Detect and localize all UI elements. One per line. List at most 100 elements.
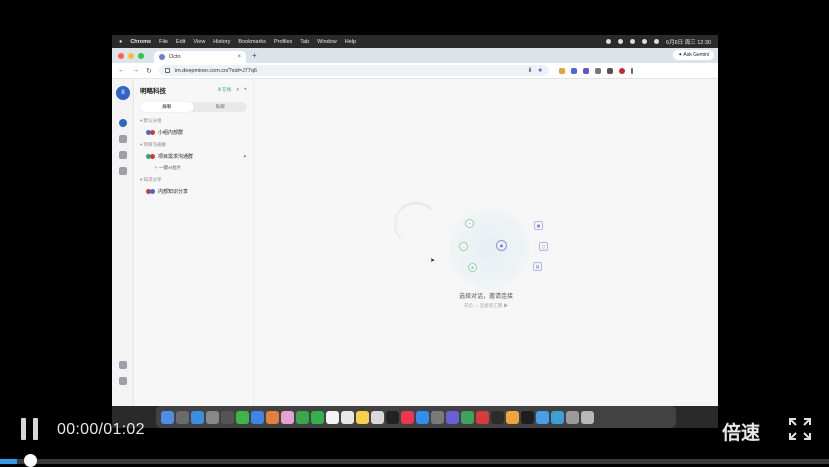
wechat-icon[interactable] — [311, 410, 324, 424]
minimize-window-button[interactable] — [128, 52, 134, 59]
progress-handle[interactable] — [24, 454, 37, 467]
contacts-icon[interactable] — [119, 135, 127, 143]
install-icon[interactable]: ⬇ — [527, 67, 532, 74]
trash-icon[interactable] — [581, 410, 594, 424]
empty-state-hint[interactable]: 开启 ↔ 连接新汇聚 ▶ — [254, 303, 718, 309]
chat-icon[interactable] — [119, 119, 127, 127]
browser-toolbar: ← → ↻ im.deepminer.com.cn/?sid=J77q6 ⬇ ★ — [112, 63, 718, 79]
menu-chrome[interactable]: Chrome — [130, 39, 151, 45]
group-header[interactable]: ▾ 知识分享 — [140, 177, 247, 183]
app-icon[interactable] — [206, 410, 219, 424]
new-tab-button[interactable]: + — [252, 51, 257, 60]
group-header[interactable]: ▾ 默认分组 — [140, 118, 247, 124]
messages-icon[interactable] — [236, 410, 249, 424]
reload-icon[interactable]: ↻ — [146, 67, 152, 75]
list-item[interactable]: 小组内部群 — [146, 129, 247, 136]
extension-icon[interactable] — [558, 67, 565, 74]
menu-edit[interactable]: Edit — [176, 39, 185, 45]
progress-track[interactable] — [0, 459, 829, 464]
zoom-window-button[interactable] — [138, 52, 144, 59]
menu-window[interactable]: Window — [317, 39, 337, 45]
status-icon[interactable] — [618, 39, 624, 44]
mouse-cursor-icon: ➤ — [430, 258, 436, 264]
pause-icon[interactable] — [20, 418, 40, 440]
music-icon[interactable] — [401, 410, 414, 424]
group-header[interactable]: ▾ 项目沟通群 — [140, 142, 247, 148]
reminders-icon[interactable] — [341, 410, 354, 424]
bookmark-star-icon[interactable]: ★ — [537, 67, 542, 74]
app-icon[interactable] — [221, 410, 234, 424]
gear-icon[interactable] — [119, 361, 127, 369]
wifi-icon[interactable] — [642, 39, 648, 44]
search-icon[interactable]: ⌕ — [236, 87, 239, 94]
chrome-window: Octo × + ✦ Ask Gemini ← → ↻ im.deepminer… — [112, 48, 718, 406]
illustration-node-icon: ▢ — [539, 242, 548, 251]
pin-icon[interactable]: ✦ — [243, 154, 247, 160]
back-icon[interactable]: ← — [118, 67, 125, 74]
app-icon[interactable] — [491, 410, 504, 424]
maps-icon[interactable] — [266, 410, 279, 424]
launchpad-icon[interactable] — [176, 410, 189, 424]
menu-view[interactable]: View — [193, 39, 205, 45]
site-info-icon[interactable] — [164, 68, 170, 73]
list-item[interactable]: 内部知识分享 — [146, 188, 247, 195]
tab-private-chat[interactable]: 私聊 — [194, 102, 248, 112]
avatar[interactable]: 8 — [116, 86, 130, 100]
docs-icon[interactable] — [119, 167, 127, 175]
menubar-clock[interactable]: 6月6日 周三 12:30 — [666, 38, 711, 46]
conversation-subitem[interactable]: ✧ 一键AI拉片 — [154, 165, 247, 171]
browser-tab[interactable]: Octo × — [154, 51, 246, 63]
menu-file[interactable]: File — [159, 39, 168, 45]
freeform-icon[interactable] — [371, 410, 384, 424]
url-text[interactable]: im.deepminer.com.cn/?sid=J77q6 — [175, 68, 257, 74]
mail-icon[interactable] — [251, 410, 264, 424]
tasks-icon[interactable] — [119, 151, 127, 159]
app-icon[interactable] — [446, 410, 459, 424]
tv-icon[interactable] — [386, 410, 399, 424]
menu-profiles[interactable]: Profiles — [274, 39, 292, 45]
sidepanel-icon[interactable] — [606, 67, 613, 74]
notes-icon[interactable] — [356, 410, 369, 424]
app-icon[interactable] — [536, 410, 549, 424]
address-bar[interactable]: im.deepminer.com.cn/?sid=J77q6 ⬇ ★ — [158, 65, 549, 76]
app-icon[interactable] — [551, 410, 564, 424]
sidebar-header: 明略科技 Ⅲ 在线 ⌕ + — [140, 85, 247, 96]
menu-history[interactable]: History — [213, 39, 230, 45]
downloads-icon[interactable] — [566, 410, 579, 424]
safari-icon[interactable] — [191, 410, 204, 424]
forward-icon[interactable]: → — [132, 67, 139, 74]
playback-speed-button[interactable]: 倍速 — [722, 418, 760, 445]
fullscreen-icon[interactable] — [789, 418, 811, 440]
tab-close-icon[interactable]: × — [237, 54, 241, 60]
puzzle-icon[interactable] — [594, 67, 601, 74]
list-item[interactable]: 项目需求沟通群 ✦ — [146, 153, 247, 160]
chrome-icon[interactable] — [461, 410, 474, 424]
add-icon[interactable]: + — [243, 87, 247, 94]
ask-gemini-button[interactable]: ✦ Ask Gemini — [673, 50, 714, 60]
app-icon[interactable] — [521, 410, 534, 424]
profile-icon[interactable] — [618, 67, 625, 74]
subitem-label: 一键AI拉片 — [159, 165, 182, 170]
segment-control: 群聊 私聊 — [140, 102, 247, 112]
status-icon[interactable] — [606, 39, 612, 44]
group-label: 项目沟通群 — [143, 142, 167, 147]
extension-icon[interactable] — [570, 67, 577, 74]
org-icon[interactable] — [119, 377, 127, 385]
menu-tab[interactable]: Tab — [300, 39, 309, 45]
settings-icon[interactable] — [431, 410, 444, 424]
search-icon[interactable] — [654, 39, 660, 44]
tab-group-chat[interactable]: 群聊 — [140, 102, 194, 112]
more-menu-icon[interactable] — [630, 67, 633, 74]
app-icon[interactable] — [506, 410, 519, 424]
photos-icon[interactable] — [281, 410, 294, 424]
facetime-icon[interactable] — [296, 410, 309, 424]
app-store-icon[interactable] — [416, 410, 429, 424]
finder-icon[interactable] — [161, 410, 174, 424]
menu-help[interactable]: Help — [345, 39, 356, 45]
status-icon[interactable] — [630, 39, 636, 44]
app-icon[interactable] — [476, 410, 489, 424]
calendar-icon[interactable] — [326, 410, 339, 424]
extension-icon[interactable] — [582, 67, 589, 74]
close-window-button[interactable] — [118, 52, 124, 59]
menu-bookmarks[interactable]: Bookmarks — [238, 39, 266, 45]
